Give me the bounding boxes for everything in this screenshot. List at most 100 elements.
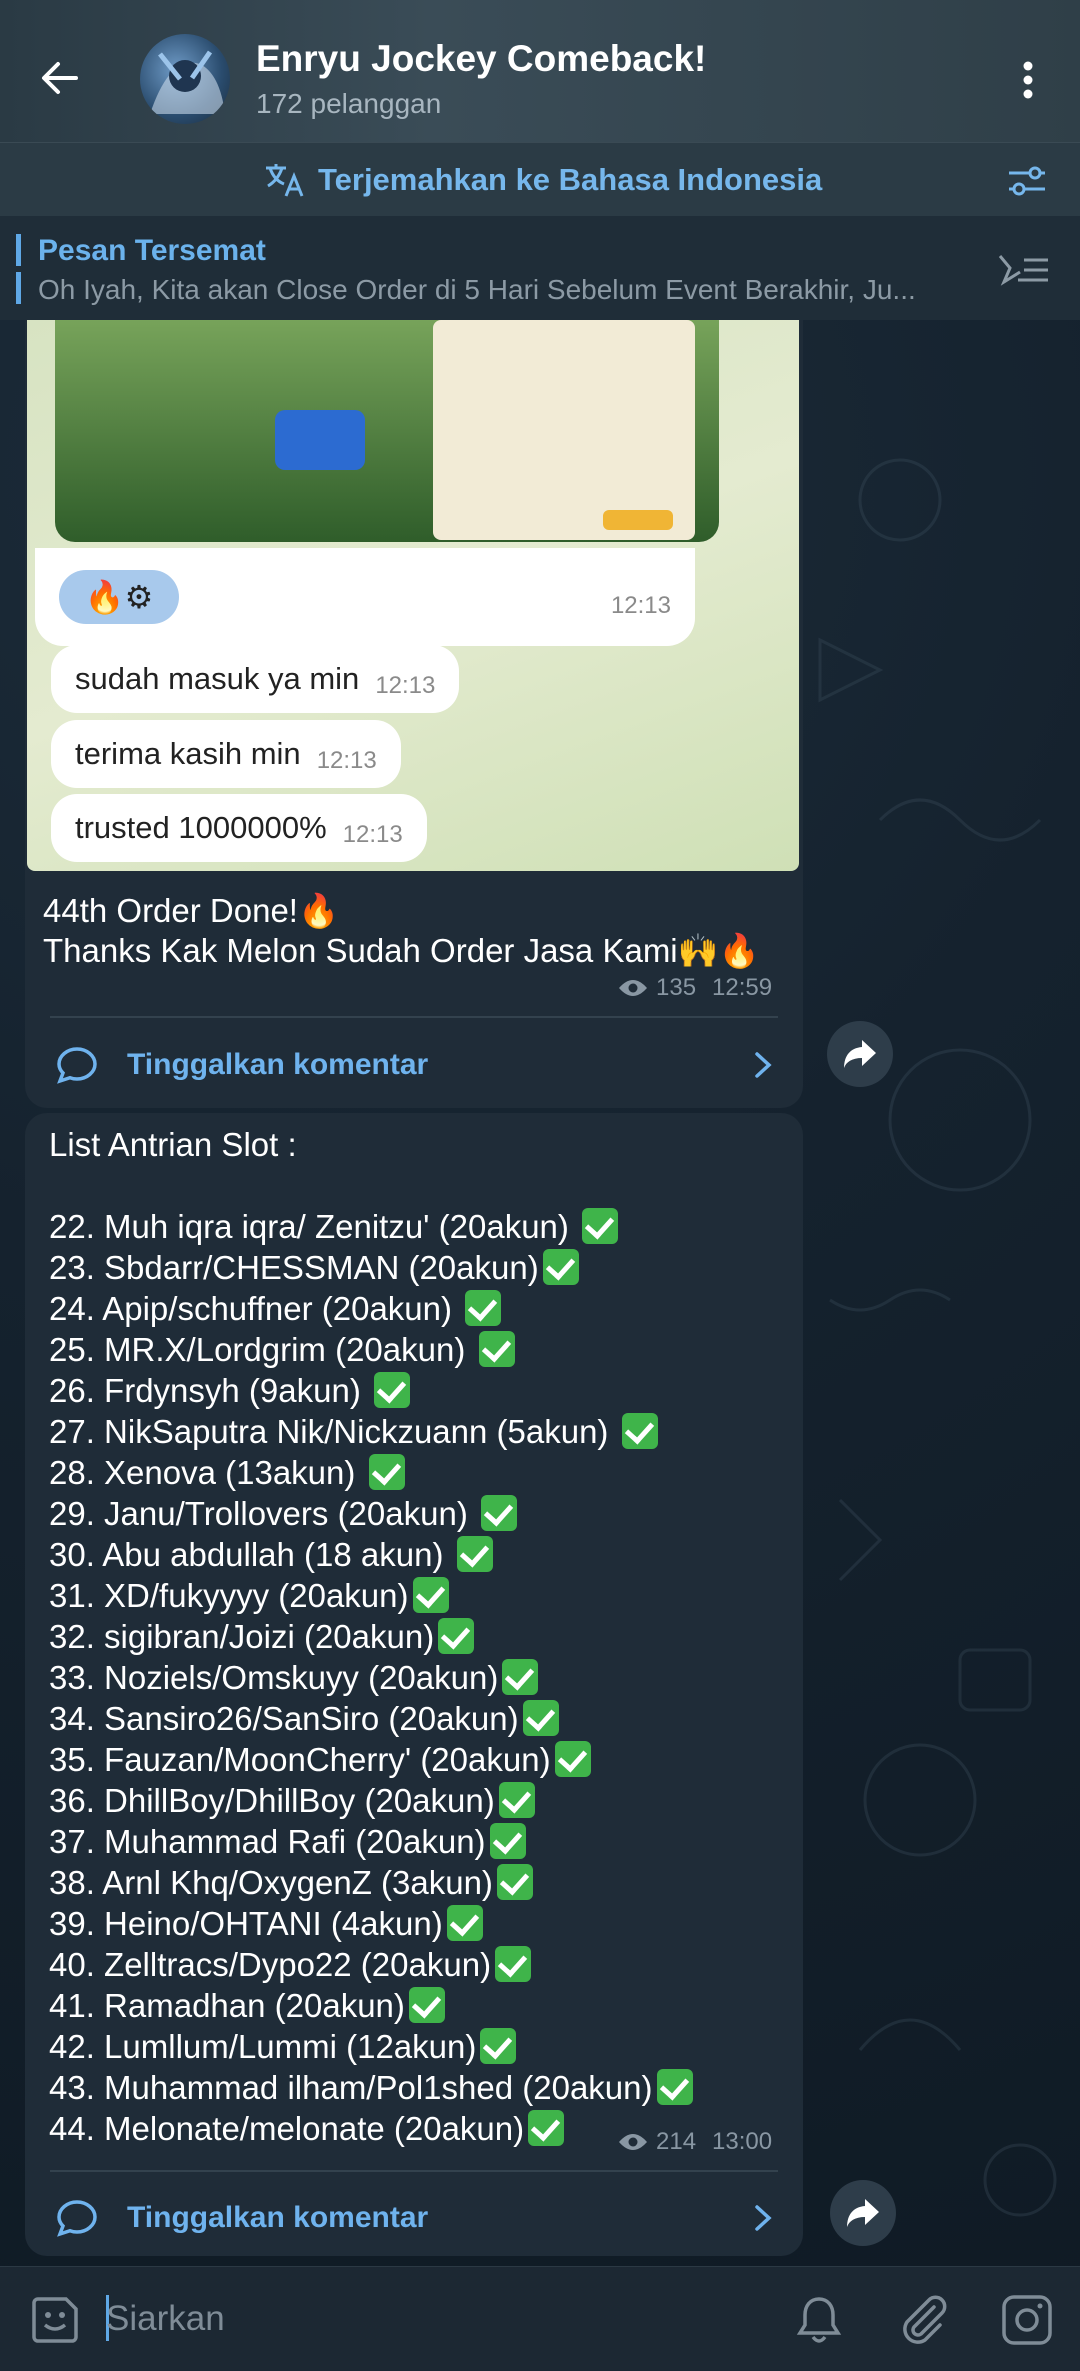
chat-time-2: 12:13	[316, 747, 377, 774]
check-mark-icon	[542, 1249, 579, 1285]
chat-time: 12:13	[610, 592, 671, 619]
check-mark-icon	[373, 1372, 410, 1408]
queue-item: 25. MR.X/Lordgrim (20akun)	[49, 1329, 693, 1370]
post-photo[interactable]: 🔥⚙ 12:13 sudah masuk ya min 12:13 terima…	[27, 320, 799, 871]
check-mark-icon	[522, 1700, 559, 1736]
queue-item: 36. DhillBoy/DhillBoy (20akun)	[49, 1780, 693, 1821]
post1-share-button[interactable]	[827, 1021, 893, 1087]
translate-settings-button[interactable]	[1005, 161, 1049, 206]
back-button[interactable]	[30, 48, 90, 108]
queue-item: 43. Muhammad ilham/Pol1shed (20akun)	[49, 2067, 693, 2108]
share-icon	[847, 2199, 879, 2227]
queue-item: 40. Zelltracs/Dypo22 (20akun)	[49, 1944, 693, 1985]
camera-button[interactable]	[1000, 2293, 1054, 2352]
chevron-right-icon	[755, 2205, 772, 2231]
check-mark-icon	[502, 1659, 539, 1695]
post2-comment-button[interactable]: Tinggalkan komentar	[55, 2193, 785, 2243]
post2-meta: 214 13:00	[618, 2128, 772, 2156]
chevron-right-icon	[755, 1052, 772, 1078]
check-mark-icon	[495, 1946, 532, 1982]
message-input[interactable]: Siarkan	[106, 2299, 225, 2339]
post1-time: 12:59	[712, 974, 773, 1001]
queue-item: 35. Fauzan/MoonCherry' (20akun)	[49, 1739, 693, 1780]
more-vert-icon	[1023, 61, 1033, 99]
post1-comment-label: Tinggalkan komentar	[127, 1048, 429, 1081]
post1-line2: Thanks Kak Melon Sudah Order Jasa Kami🙌🔥	[43, 932, 760, 969]
silent-toggle-button[interactable]	[794, 2293, 844, 2352]
post1-meta: 135 12:59	[618, 974, 772, 1002]
check-mark-icon	[498, 1782, 535, 1818]
queue-item: 23. Sbdarr/CHESSMAN (20akun)	[49, 1247, 693, 1288]
chat-time-3: 12:13	[342, 821, 403, 848]
queue-item: 37. Muhammad Rafi (20akun)	[49, 1821, 693, 1862]
queue-item: 30. Abu abdullah (18 akun)	[49, 1534, 693, 1575]
emoji-button[interactable]	[30, 2293, 82, 2350]
chat-text-2: terima kasih min	[75, 736, 301, 771]
attach-icon	[903, 2295, 947, 2344]
queue-item: 22. Muh iqra iqra/ Zenitzu' (20akun)	[49, 1206, 693, 1247]
check-mark-icon	[446, 1905, 483, 1941]
translate-label: Terjemahkan ke Bahasa Indonesia	[318, 162, 823, 197]
post2-divider	[50, 2170, 778, 2172]
attach-button[interactable]	[898, 2293, 950, 2352]
chat-bubble-2: terima kasih min 12:13	[51, 720, 401, 788]
message-input-bar: Siarkan	[0, 2266, 1080, 2371]
translate-button[interactable]: Terjemahkan ke Bahasa Indonesia	[264, 162, 822, 198]
post2-share-button[interactable]	[830, 2180, 896, 2246]
chat-bubble-3: trusted 1000000% 12:13	[51, 794, 427, 862]
check-mark-icon	[481, 1495, 517, 1531]
post1-divider	[50, 1016, 778, 1018]
check-mark-icon	[621, 1413, 658, 1449]
subscriber-count: 172 pelanggan	[256, 88, 442, 119]
pinned-title: Pesan Tersemat	[38, 234, 266, 267]
eye-icon	[619, 2134, 647, 2150]
pinned-list-button[interactable]	[996, 250, 1052, 295]
check-mark-icon	[489, 1823, 526, 1859]
more-button[interactable]	[1010, 55, 1050, 105]
chat-text-1: sudah masuk ya min	[75, 661, 360, 696]
emoji-icon	[32, 2297, 78, 2343]
back-arrow-icon	[42, 62, 78, 94]
eye-icon	[619, 980, 647, 996]
screenshot-game-image	[55, 320, 719, 542]
chat-bubble-reaction: 🔥⚙ 12:13	[35, 548, 695, 646]
queue-item: 39. Heino/OHTANI (4akun)	[49, 1903, 693, 1944]
translate-bar: Terjemahkan ke Bahasa Indonesia	[0, 142, 1080, 216]
channel-avatar[interactable]	[140, 34, 230, 124]
translate-icon	[266, 164, 304, 197]
comment-icon	[57, 1047, 97, 1084]
pinned-message-bar[interactable]: Pesan Tersemat Oh Iyah, Kita akan Close …	[0, 216, 1080, 320]
queue-item: 24. Apip/schuffner (20akun)	[49, 1288, 693, 1329]
check-mark-icon	[368, 1454, 405, 1490]
check-mark-icon	[456, 1536, 493, 1572]
check-mark-icon	[554, 1741, 591, 1777]
queue-item: 31. XD/fukyyyy (20akun)	[49, 1575, 693, 1616]
post1-views: 135	[656, 974, 697, 1001]
queue-item: 29. Janu/Trollovers (20akun)	[49, 1493, 693, 1534]
chat-text-3: trusted 1000000%	[75, 810, 327, 845]
pinned-text: Oh Iyah, Kita akan Close Order di 5 Hari…	[38, 274, 916, 305]
queue-item: 38. Arnl Khq/OxygenZ (3akun)	[49, 1862, 693, 1903]
check-mark-icon	[480, 2028, 517, 2064]
share-icon	[844, 1040, 876, 1068]
queue-item: 34. Sansiro26/SanSiro (20akun)	[49, 1698, 693, 1739]
chat-header: Enryu Jockey Comeback! 172 pelanggan	[0, 0, 1080, 142]
post1-comment-button[interactable]: Tinggalkan komentar	[55, 1040, 785, 1090]
queue-item: 42. Lumllum/Lummi (12akun)	[49, 2026, 693, 2067]
chat-time-1: 12:13	[375, 672, 436, 699]
check-mark-icon	[478, 1331, 515, 1367]
queue-item: 28. Xenova (13akun)	[49, 1452, 693, 1493]
queue-item: 44. Melonate/melonate (20akun)	[49, 2108, 693, 2149]
queue-list: List Antrian Slot : 22. Muh iqra iqra/ Z…	[49, 1124, 693, 2149]
check-mark-icon	[438, 1618, 475, 1654]
queue-item: 26. Frdynsyh (9akun)	[49, 1370, 693, 1411]
queue-item: 33. Noziels/Omskuyy (20akun)	[49, 1657, 693, 1698]
channel-title[interactable]: Enryu Jockey Comeback!	[256, 38, 706, 80]
queue-item: 41. Ramadhan (20akun)	[49, 1985, 693, 2026]
check-mark-icon	[465, 1290, 502, 1326]
check-mark-icon	[408, 1987, 445, 2023]
check-mark-icon	[582, 1208, 619, 1244]
queue-item: 27. NikSaputra Nik/Nickzuann (5akun)	[49, 1411, 693, 1452]
check-mark-icon	[656, 2069, 693, 2105]
post2-views: 214	[656, 2128, 697, 2155]
